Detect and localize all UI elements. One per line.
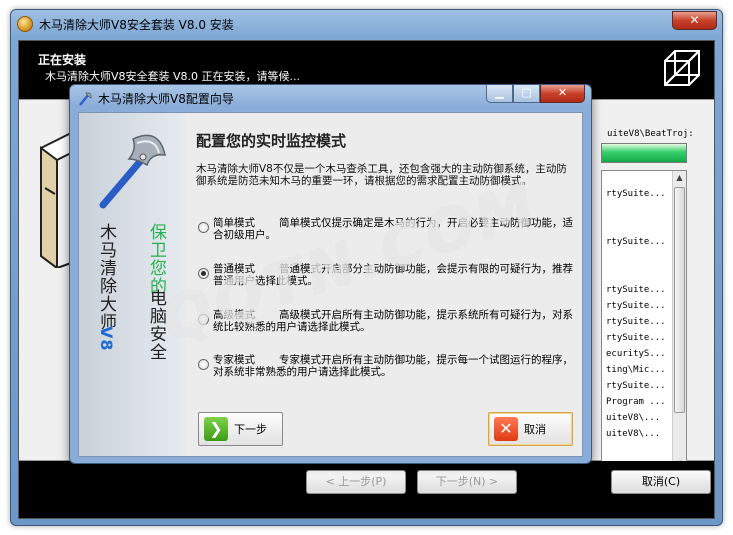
minimize-button[interactable]: ▁ <box>486 85 513 103</box>
header-title: 正在安装 <box>38 53 87 67</box>
config-wizard-dialog: 木马清除大师V8配置向导 ▁ □ ✕ 木马清除大师 V8 保卫您的 电脑安全 配… <box>69 84 592 464</box>
cancel-x-icon: ✕ <box>494 417 518 441</box>
banner-slogan-line-2: 电脑安全 <box>146 289 166 361</box>
wizard-cancel-label: 取消 <box>524 423 546 436</box>
log-line: ting\Mic... <box>606 365 666 375</box>
dialog-description: 木马清除大师V8不仅是一个木马查杀工具，还包含强大的主动防御系统，主动防御系统是… <box>196 163 567 187</box>
installer-title: 木马清除大师V8安全套装 V8.0 安装 <box>39 17 234 32</box>
log-line: rtySuite... <box>606 333 666 343</box>
app-icon <box>17 16 33 32</box>
scroll-up-icon[interactable]: ▲ <box>673 171 686 185</box>
log-line: rtySuite... <box>606 301 666 311</box>
log-line: rtySuite... <box>606 285 666 295</box>
install-log-list[interactable]: rtySuite... rtySuite... rtySuite... rtySuit… <box>601 170 687 472</box>
scroll-thumb[interactable] <box>674 187 685 413</box>
wizard-next-button[interactable]: ❯ 下一步 <box>198 412 283 446</box>
dialog-title-bar: 木马清除大师V8配置向导 <box>77 90 234 107</box>
option-name: 专家模式 <box>213 354 255 366</box>
installer-footer: < 上一步(P) 下一步(N) > 取消(C) <box>19 461 714 518</box>
axe-icon <box>79 92 92 106</box>
installer-close-button[interactable]: ✕ <box>672 11 717 30</box>
radio-advanced-mode[interactable] <box>198 314 209 325</box>
log-line: rtySuite... <box>606 189 666 199</box>
wizard-next-label: 下一步 <box>234 423 267 436</box>
log-line: ecurityS... <box>606 349 666 359</box>
dialog-title: 木马清除大师V8配置向导 <box>98 92 234 106</box>
log-line: rtySuite... <box>606 317 666 327</box>
option-name: 简单模式 <box>213 217 255 229</box>
log-line: Program ... <box>606 397 666 407</box>
installer-title-bar: 木马清除大师V8安全套装 V8.0 安装 <box>17 13 234 35</box>
dialog-window-controls: ▁ □ ✕ <box>486 85 585 103</box>
log-line: uiteV8\... <box>606 429 661 439</box>
banner-version: V8 <box>97 326 116 352</box>
radio-normal-mode[interactable] <box>198 268 209 279</box>
next-arrow-icon: ❯ <box>204 417 228 441</box>
dialog-banner: 木马清除大师 V8 保卫您的 电脑安全 <box>79 113 185 456</box>
option-name: 普通模式 <box>213 263 255 275</box>
option-name: 高级模式 <box>213 309 255 321</box>
battle-axe-icon <box>99 134 166 209</box>
next-button[interactable]: 下一步(N) > <box>417 470 517 494</box>
log-line: rtySuite... <box>606 237 666 247</box>
radio-expert-mode[interactable] <box>198 359 209 370</box>
log-line: rtySuite... <box>606 381 666 391</box>
back-button[interactable]: < 上一步(P) <box>306 470 406 494</box>
install-progress-bar <box>601 143 687 163</box>
wizard-cancel-button[interactable]: ✕ 取消 <box>488 412 573 446</box>
dialog-close-button[interactable]: ✕ <box>540 85 585 103</box>
dialog-client: 木马清除大师 V8 保卫您的 电脑安全 配置您的实时监控模式 木马清除大师V8不… <box>78 112 583 457</box>
maximize-button[interactable]: □ <box>513 85 540 103</box>
radio-simple-mode[interactable] <box>198 222 209 233</box>
cube-icon <box>664 50 700 86</box>
cancel-button[interactable]: 取消(C) <box>611 470 711 494</box>
header-subtitle: 木马清除大师V8安全套装 V8.0 正在安装，请等候... <box>45 70 301 83</box>
banner-product-name: 木马清除大师 <box>96 223 116 331</box>
banner-slogan-line-1: 保卫您的 <box>146 223 166 295</box>
install-path-text: uiteV8\BeatTroj: <box>607 129 694 139</box>
log-scrollbar[interactable]: ▲ ▼ <box>672 171 686 471</box>
log-line: uiteV8\... <box>606 413 661 423</box>
dialog-heading: 配置您的实时监控模式 <box>196 132 347 150</box>
dialog-content: 配置您的实时监控模式 木马清除大师V8不仅是一个木马查杀工具，还包含强大的主动防… <box>185 113 582 456</box>
